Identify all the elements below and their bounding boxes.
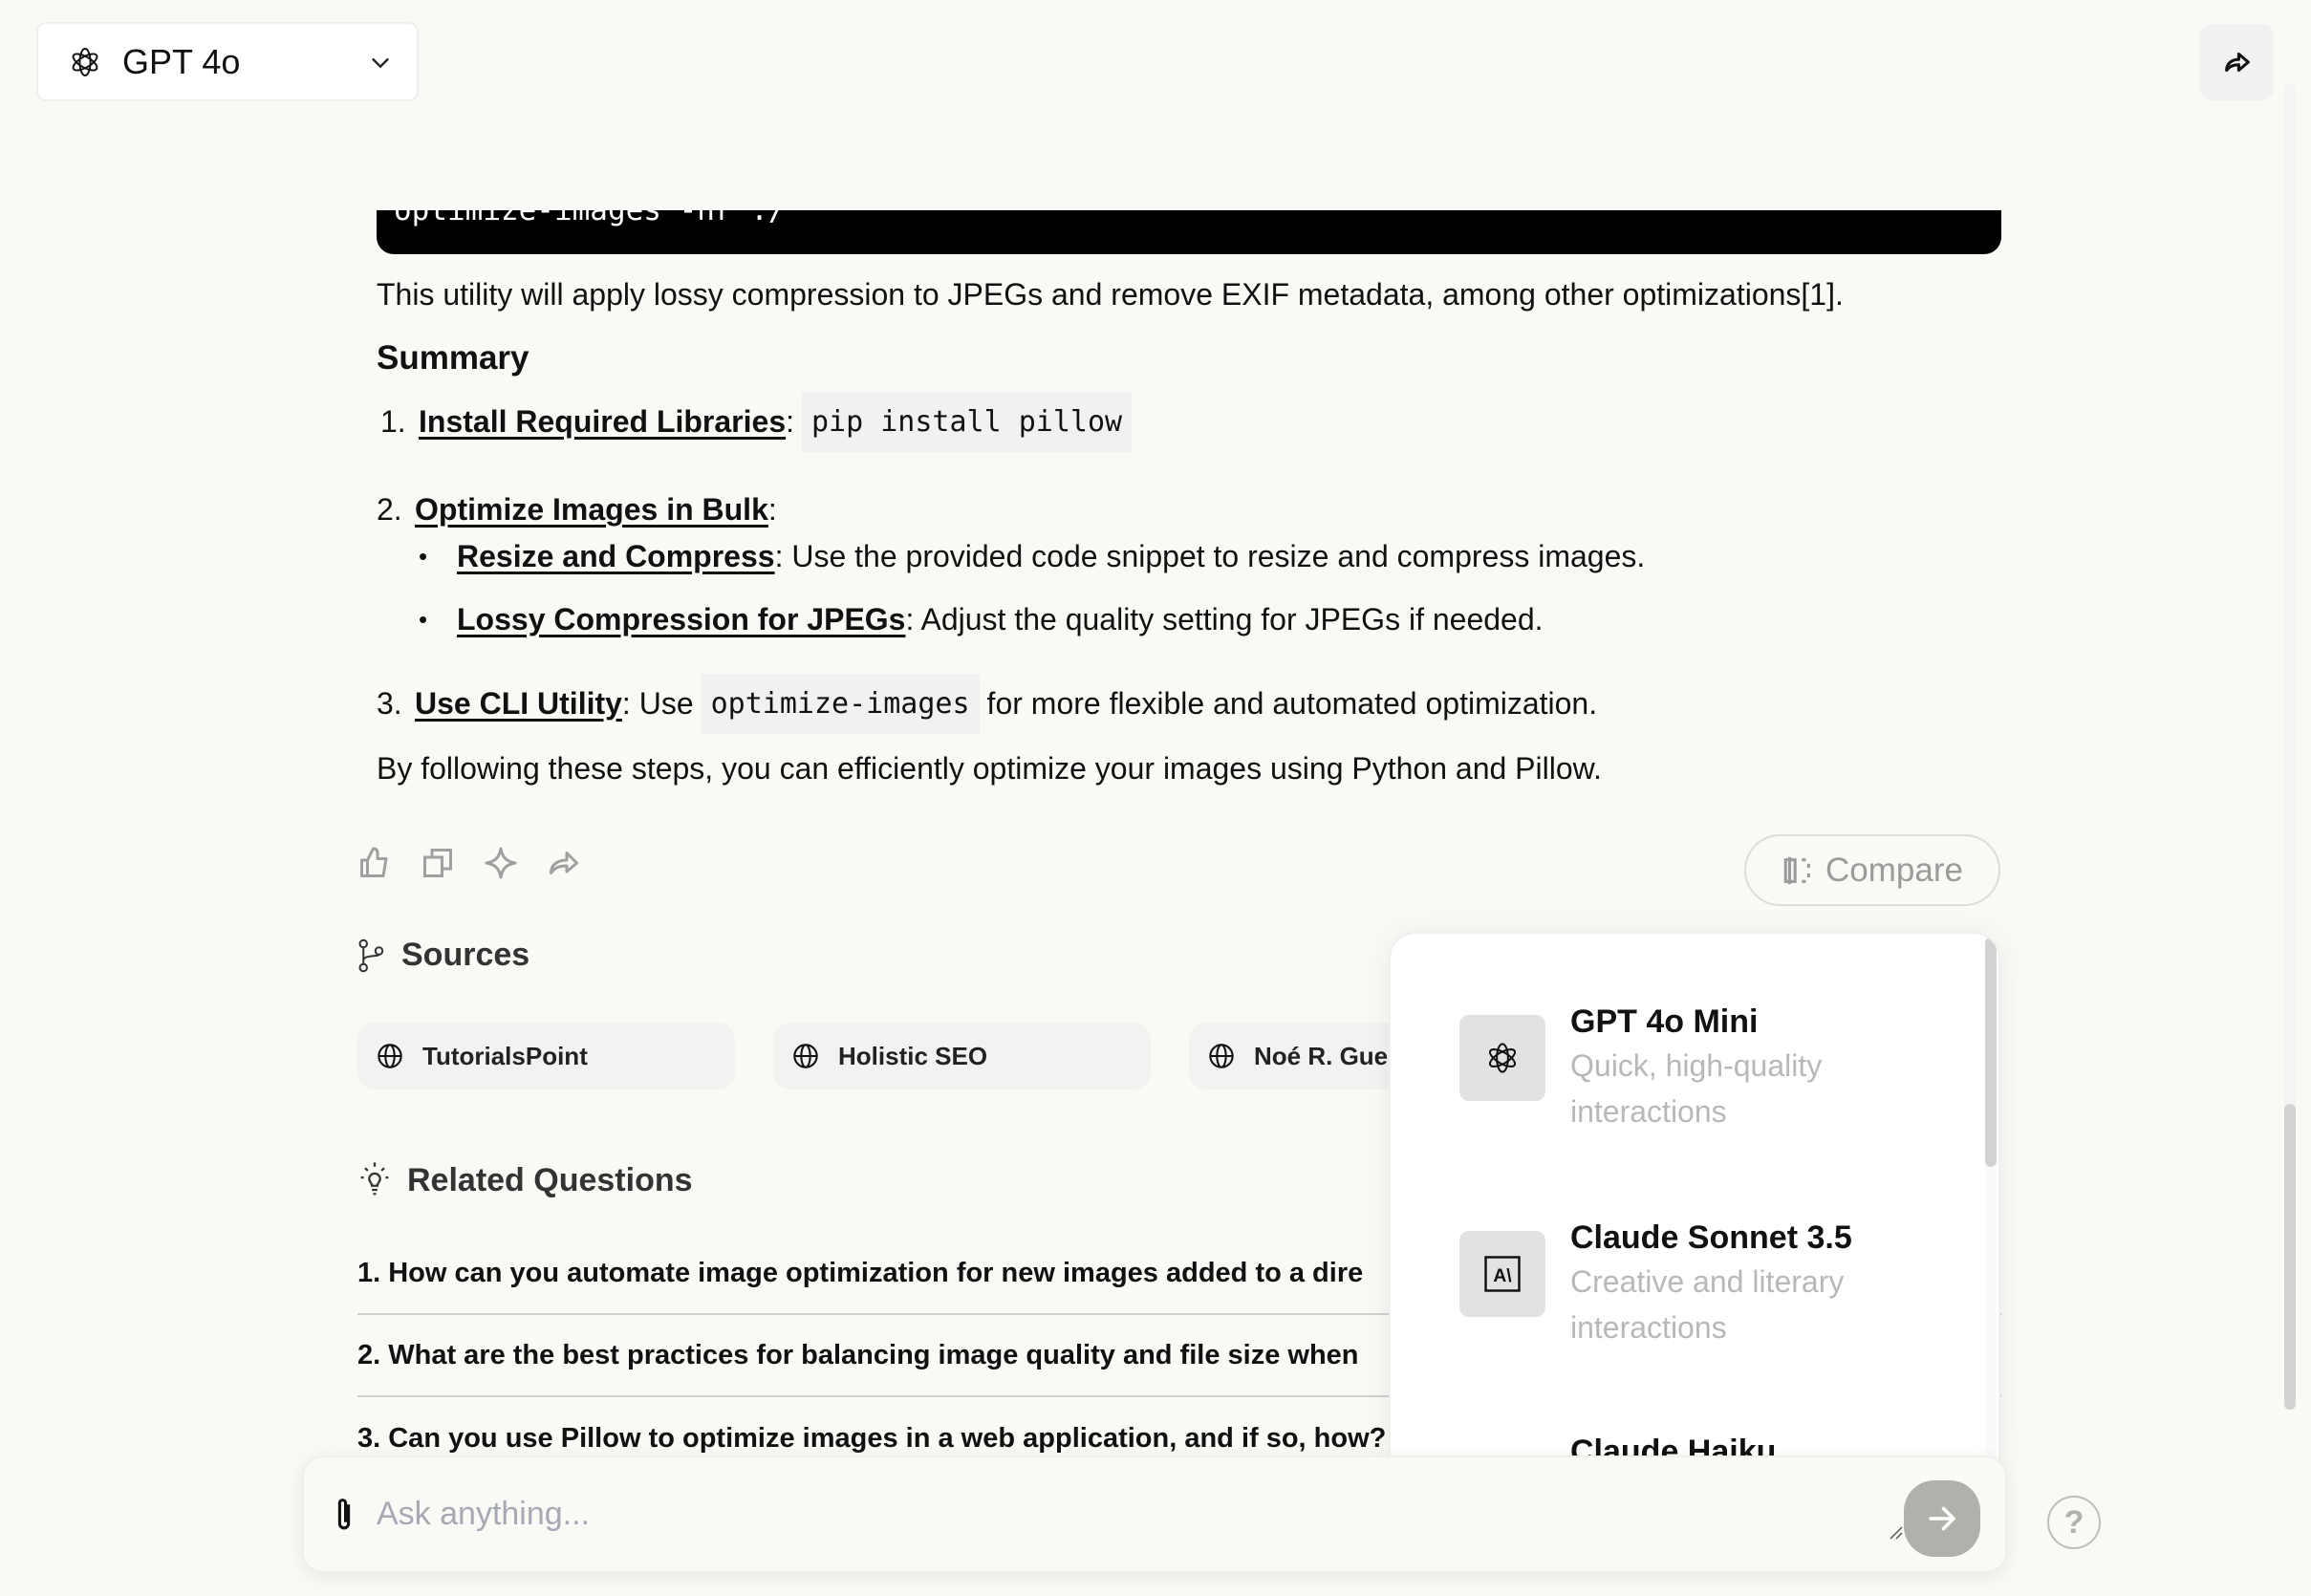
answer-paragraph: This utility will apply lossy compressio… bbox=[377, 277, 1844, 312]
model-option-gpt-4o-mini[interactable]: GPT 4o Mini Quick, high-quality interact… bbox=[1459, 1001, 1914, 1134]
copy-icon[interactable] bbox=[421, 846, 455, 880]
inline-code: pip install pillow bbox=[802, 392, 1133, 452]
resize-grip-icon[interactable] bbox=[1889, 1525, 1904, 1541]
summary-item-3: 3. Use CLI Utility : Use optimize-images… bbox=[377, 674, 1597, 734]
model-option-title: Claude Sonnet 3.5 bbox=[1570, 1219, 1852, 1256]
model-selector[interactable]: GPT 4o bbox=[36, 22, 419, 101]
paperclip-icon[interactable] bbox=[331, 1496, 357, 1534]
related-questions-heading: Related Questions bbox=[357, 1161, 693, 1199]
compare-button[interactable]: Compare bbox=[1744, 834, 2000, 906]
closing-paragraph: By following these steps, you can effici… bbox=[377, 751, 1602, 786]
thumbs-up-icon[interactable] bbox=[357, 846, 392, 880]
code-line: optimize-images -nr ./ bbox=[394, 210, 787, 227]
sparkle-icon[interactable] bbox=[484, 846, 518, 880]
model-option-claude-sonnet[interactable]: A\ Claude Sonnet 3.5 Creative and litera… bbox=[1459, 1217, 1914, 1350]
globe-icon bbox=[378, 1044, 402, 1068]
code-block: optimize-images -nr ./ bbox=[377, 210, 2001, 254]
composer bbox=[302, 1456, 2007, 1573]
model-option-description: Quick, high-quality interactions bbox=[1570, 1048, 1823, 1129]
globe-icon bbox=[1209, 1044, 1234, 1068]
svg-text:A\: A\ bbox=[1493, 1266, 1512, 1286]
message-actions bbox=[357, 846, 581, 880]
inline-code: optimize-images bbox=[701, 674, 980, 734]
arrow-right-icon bbox=[1929, 1506, 1955, 1531]
install-libraries-link[interactable]: Install Required Libraries bbox=[419, 404, 786, 440]
source-chip[interactable]: TutorialsPoint bbox=[357, 1023, 735, 1089]
sub-item: • Resize and Compress : Use the provided… bbox=[419, 539, 1646, 574]
model-option-description: Creative and literary interactions bbox=[1570, 1264, 1845, 1345]
sources-list: TutorialsPoint Holistic SEO Noé R. Guer bbox=[357, 1023, 1566, 1089]
sub-item: • Lossy Compression for JPEGs : Adjust t… bbox=[419, 602, 1544, 637]
model-name: GPT 4o bbox=[122, 41, 241, 81]
send-button[interactable] bbox=[1904, 1480, 1980, 1557]
share-icon bbox=[2224, 52, 2250, 73]
anthropic-logo-icon: A\ bbox=[1484, 1256, 1521, 1292]
lightbulb-icon bbox=[360, 1162, 389, 1196]
lossy-compression-link[interactable]: Lossy Compression for JPEGs bbox=[457, 602, 905, 637]
page-scrollbar-thumb[interactable] bbox=[2284, 1104, 2296, 1410]
resize-compress-link[interactable]: Resize and Compress bbox=[457, 539, 775, 574]
optimize-bulk-link[interactable]: Optimize Images in Bulk bbox=[415, 492, 768, 528]
chevron-down-icon bbox=[372, 57, 389, 68]
globe-icon bbox=[793, 1044, 818, 1068]
share-button[interactable] bbox=[2200, 24, 2274, 100]
model-option-title: GPT 4o Mini bbox=[1570, 1003, 1759, 1040]
summary-item-1: 1. Install Required Libraries : pip inst… bbox=[380, 392, 1139, 452]
help-button[interactable]: ? bbox=[2047, 1496, 2101, 1549]
model-dropdown-menu: GPT 4o Mini Quick, high-quality interact… bbox=[1389, 932, 2000, 1467]
branch-icon bbox=[358, 938, 384, 972]
openai-logo-icon bbox=[1488, 1043, 1517, 1073]
cli-utility-link[interactable]: Use CLI Utility bbox=[415, 686, 622, 722]
openai-logo-icon bbox=[72, 47, 98, 76]
share-icon[interactable] bbox=[547, 846, 581, 880]
summary-item-2: 2. Optimize Images in Bulk : bbox=[377, 492, 777, 528]
summary-heading: Summary bbox=[377, 339, 529, 377]
source-chip[interactable]: Holistic SEO bbox=[773, 1023, 1151, 1089]
compare-icon bbox=[1783, 856, 1810, 884]
ask-input[interactable] bbox=[377, 1496, 2005, 1533]
sources-heading: Sources bbox=[357, 937, 529, 974]
dropdown-scrollbar-thumb[interactable] bbox=[1985, 938, 1997, 1167]
